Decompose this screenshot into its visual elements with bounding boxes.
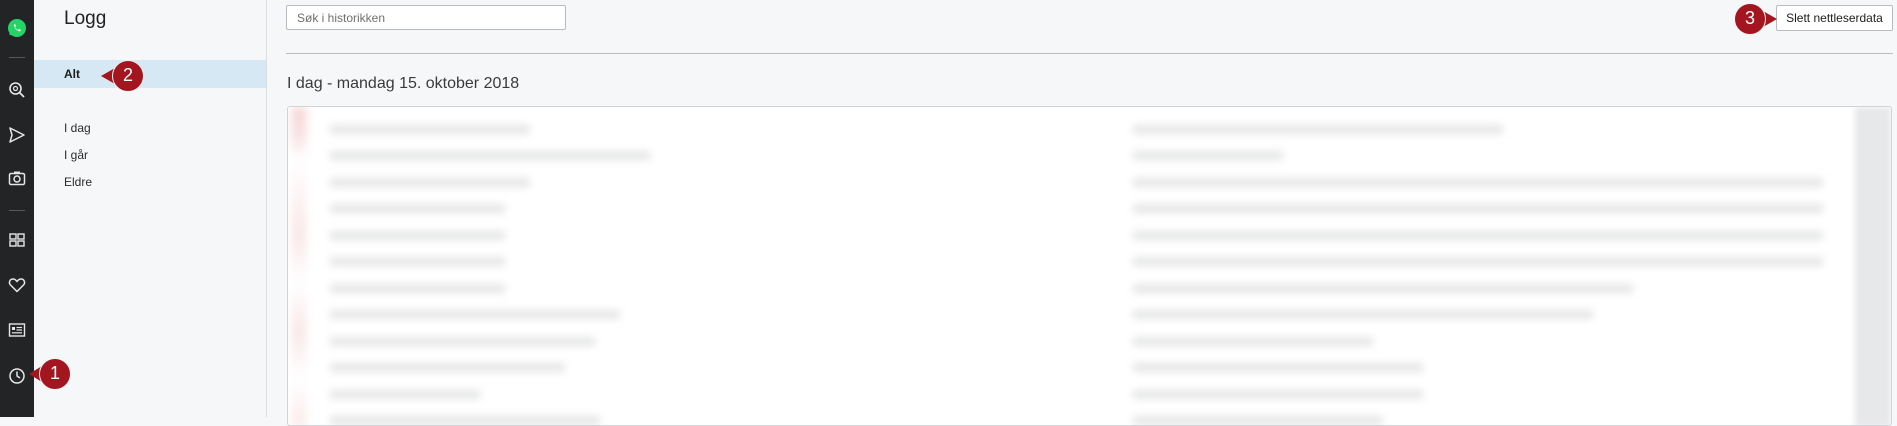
send-icon[interactable] <box>7 125 27 145</box>
icon-rail <box>0 0 34 417</box>
day-heading: I dag - mandag 15. oktober 2018 <box>287 75 520 92</box>
history-search-input[interactable] <box>286 5 566 30</box>
history-list <box>287 106 1892 426</box>
nav-item-today[interactable]: I dag <box>64 121 91 135</box>
divider <box>286 53 1893 54</box>
camera-icon[interactable] <box>7 168 27 188</box>
panel-title: Logg <box>64 8 107 29</box>
callout-1-number: 1 <box>49 363 60 383</box>
nav-item-all-label: Alt <box>64 67 80 81</box>
grid-icon[interactable] <box>7 230 27 250</box>
history-icon[interactable] <box>7 366 27 386</box>
callout-3-number: 3 <box>1744 8 1755 28</box>
nav-item-all[interactable]: Alt <box>34 60 266 88</box>
history-titles-blurred <box>330 107 660 425</box>
heart-icon[interactable] <box>7 275 27 295</box>
rail-separator <box>9 57 25 58</box>
scroll-shade <box>1855 107 1891 425</box>
callout-3: 3 <box>1733 2 1777 36</box>
news-icon[interactable] <box>7 320 27 340</box>
callout-2-number: 2 <box>122 65 133 85</box>
history-panel: Logg Alt I dag I går Eldre <box>34 0 267 417</box>
nav-item-older[interactable]: Eldre <box>64 175 92 189</box>
callout-1: 1 <box>29 357 72 391</box>
clear-browsing-data-button[interactable]: Slett nettleserdata <box>1776 5 1893 31</box>
callout-2: 2 <box>101 59 145 93</box>
nav-item-yesterday[interactable]: I går <box>64 148 88 162</box>
search-icon[interactable] <box>7 80 27 100</box>
whatsapp-icon[interactable] <box>7 18 27 38</box>
rail-separator <box>9 210 25 211</box>
favicon-column <box>292 107 306 425</box>
history-urls-blurred <box>1133 107 1833 425</box>
